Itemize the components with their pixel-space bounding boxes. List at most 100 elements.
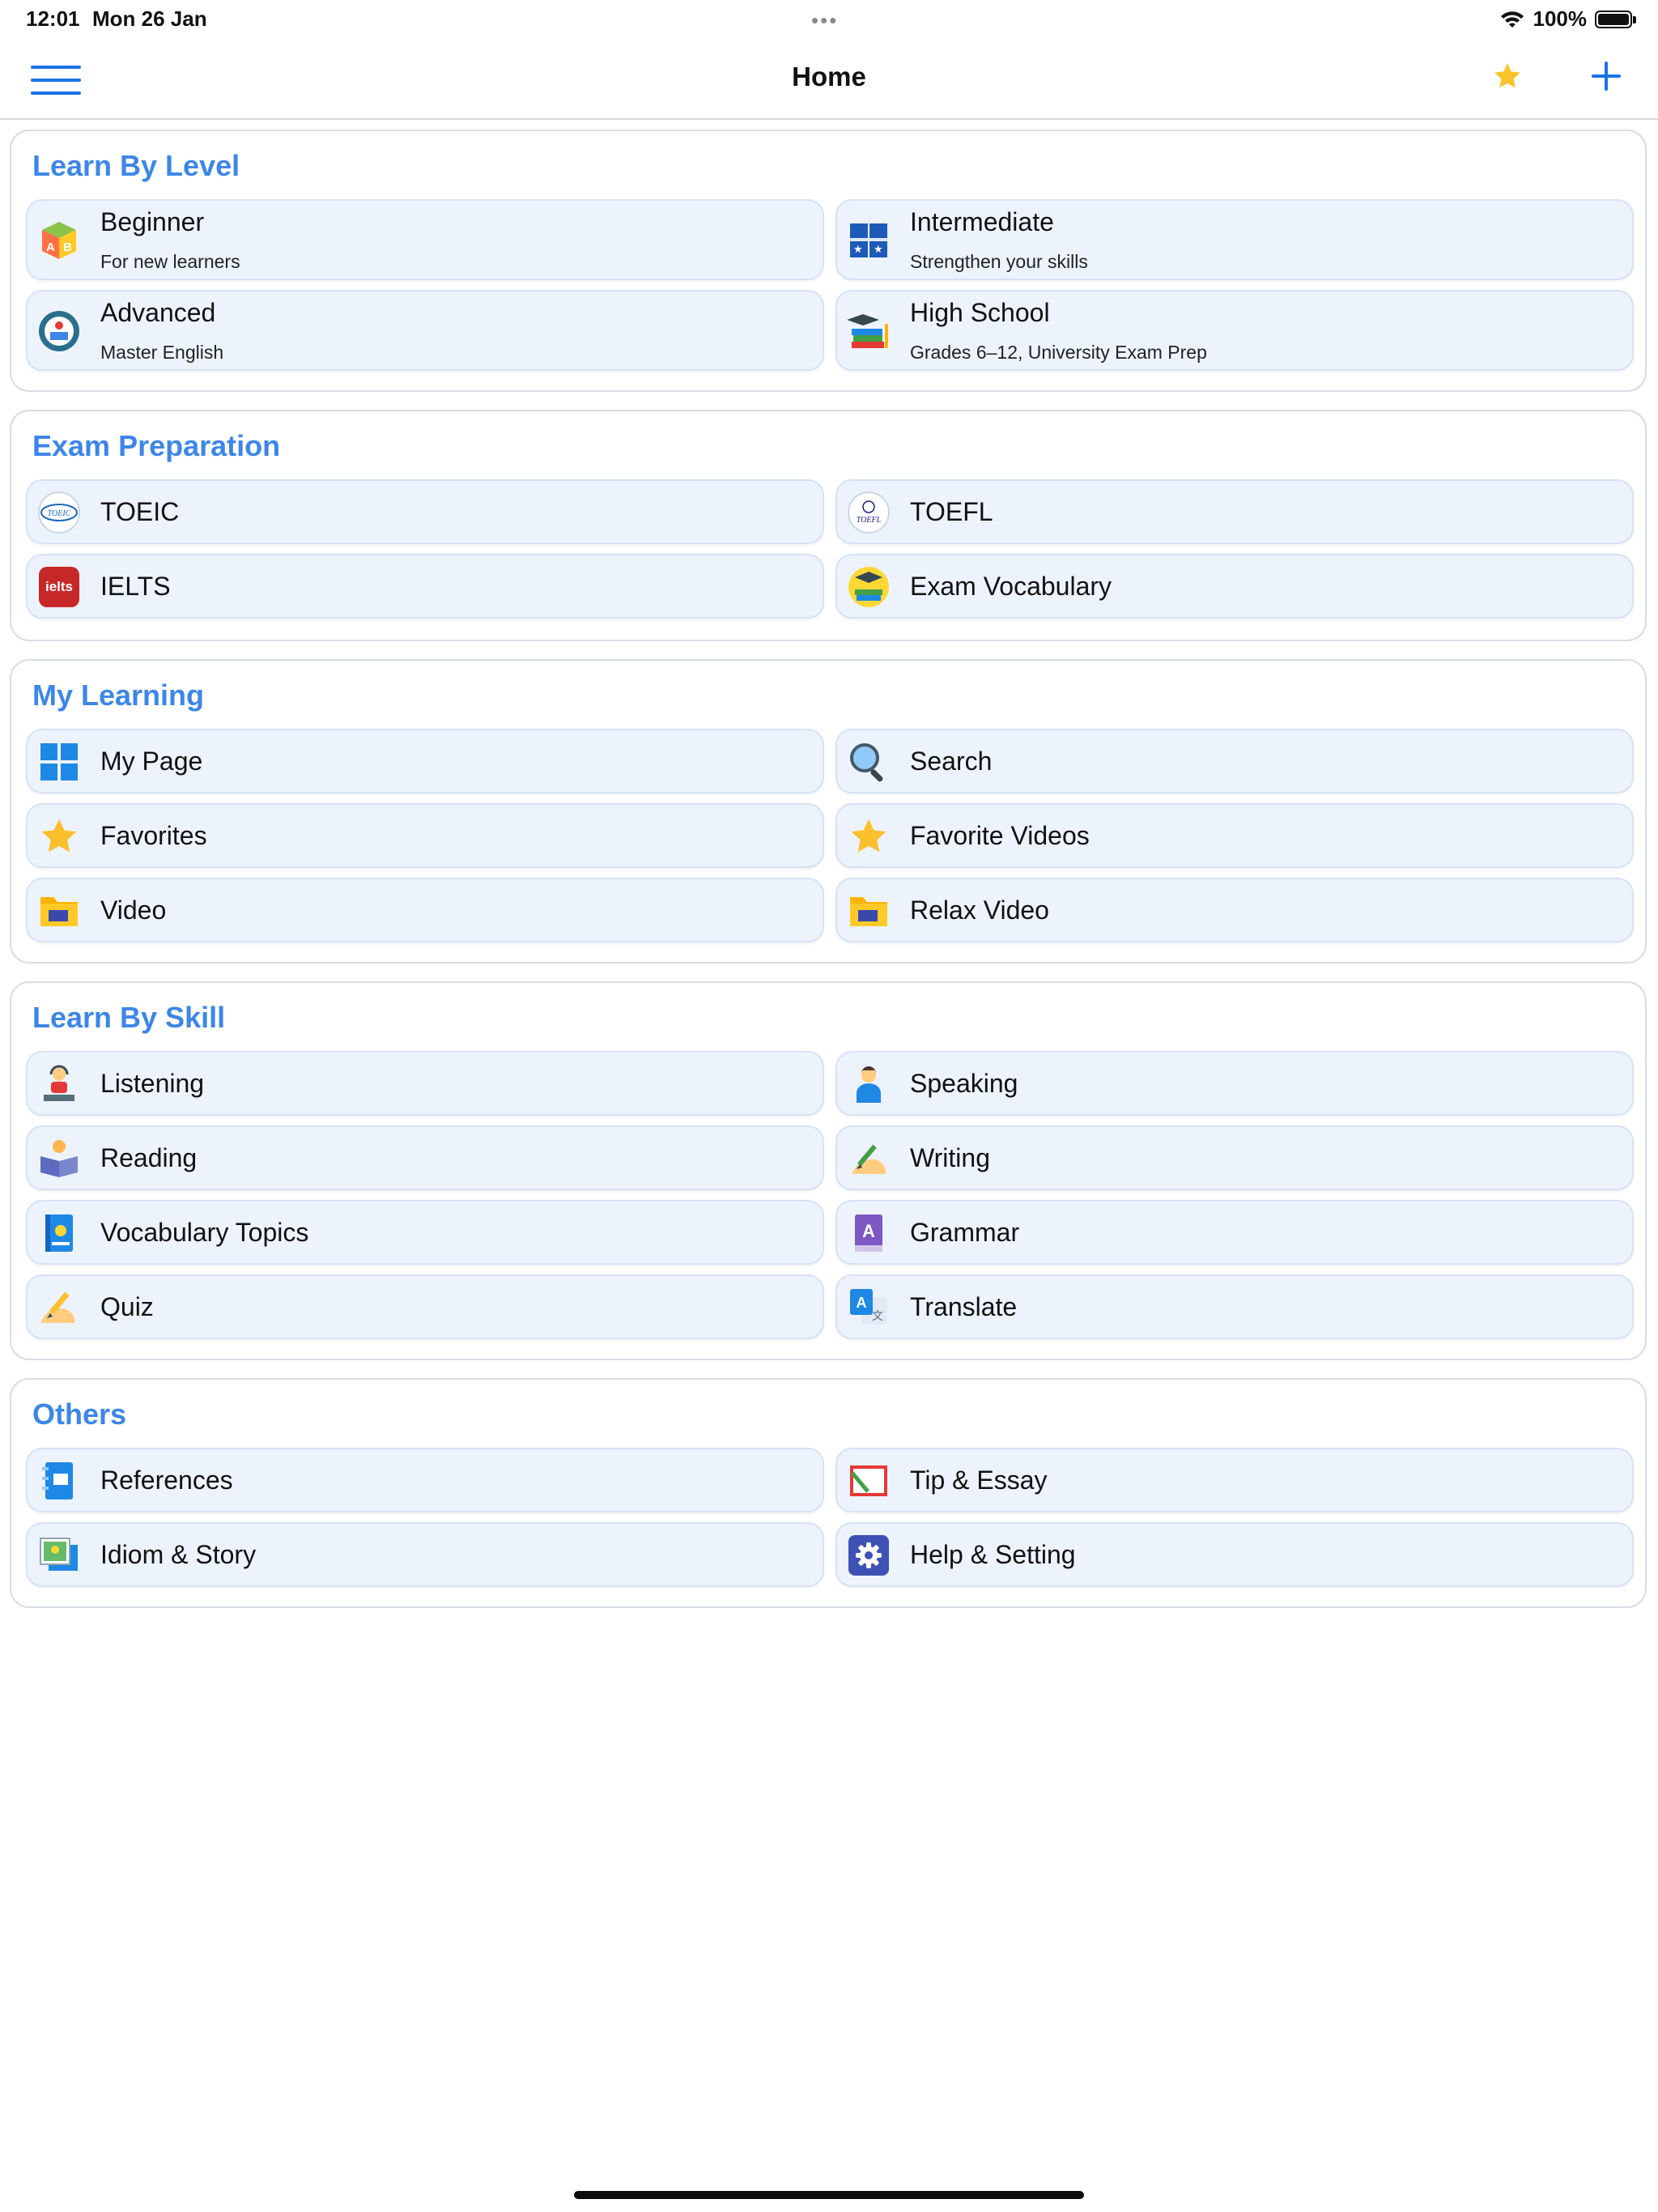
tile-title: Speaking: [910, 1069, 1018, 1098]
my-page-button[interactable]: My Page: [26, 729, 824, 793]
tile-title: Quiz: [100, 1292, 154, 1321]
svg-text:B: B: [63, 240, 72, 254]
level-advanced-button[interactable]: Advanced Master English: [26, 290, 824, 371]
home-indicator[interactable]: [574, 2191, 1084, 2199]
tile-title: Beginner: [100, 207, 205, 236]
skill-listening-button[interactable]: Listening: [26, 1051, 824, 1116]
tile-subtitle: Grades 6–12, University Exam Prep: [910, 342, 1207, 363]
tile-title: Favorite Videos: [910, 821, 1090, 850]
favorite-videos-button[interactable]: Favorite Videos: [835, 803, 1634, 868]
tile-title: Translate: [910, 1292, 1018, 1321]
tile-title: Advanced: [100, 298, 216, 327]
battery-icon: [1595, 10, 1636, 28]
abc-blocks-icon: A B: [42, 222, 76, 259]
exam-toefl-button[interactable]: TOEFL TOEFL: [835, 479, 1634, 544]
tile-title: Vocabulary Topics: [100, 1218, 309, 1247]
skill-grammar-button[interactable]: A Grammar: [835, 1200, 1634, 1265]
toefl-logo-icon: TOEFL: [848, 491, 890, 534]
section-title: My Learning: [32, 678, 205, 712]
level-intermediate-button[interactable]: ★ ★ Intermediate Strengthen your skills: [835, 199, 1634, 280]
idiom-story-button[interactable]: Idiom & Story: [26, 1522, 824, 1587]
tile-title: Intermediate: [910, 207, 1054, 236]
level-beginner-button[interactable]: A B Beginner For new learners: [26, 199, 824, 280]
svg-text:TOEFL: TOEFL: [857, 516, 882, 525]
skill-speaking-button[interactable]: Speaking: [835, 1051, 1634, 1116]
level-high-school-button[interactable]: High School Grades 6–12, University Exam…: [835, 290, 1634, 371]
tile-subtitle: Master English: [100, 342, 224, 363]
ielts-logo-icon: ielts: [39, 567, 79, 607]
multitasking-dots[interactable]: •••: [811, 8, 838, 33]
exam-toeic-button[interactable]: TOEIC TOEIC: [26, 479, 824, 544]
idiom-pictures-icon: [40, 1538, 78, 1571]
exam-ielts-button[interactable]: ielts IELTS: [26, 554, 824, 619]
tile-title: IELTS: [100, 572, 171, 601]
star-icon: [41, 819, 77, 853]
tile-title: Tip & Essay: [910, 1465, 1048, 1495]
grid-tiles-icon: [40, 743, 78, 781]
wifi-icon: [1500, 11, 1524, 28]
video-button[interactable]: Video: [26, 878, 824, 942]
svg-text:TOEIC: TOEIC: [48, 509, 71, 518]
battery-percent: 100%: [1533, 6, 1588, 31]
section-exam-preparation: Exam Preparation TOEIC TOEIC TOEFL TOEFL…: [10, 410, 1647, 641]
translate-icon: A 文: [850, 1289, 887, 1325]
video-folder-icon: [40, 897, 78, 926]
settings-gear-icon: [848, 1535, 889, 1576]
tile-title: Help & Setting: [910, 1540, 1076, 1569]
svg-text:A: A: [46, 240, 55, 254]
section-my-learning: My Learning My Page Search Favorites Fav…: [10, 659, 1647, 963]
navigation-bar: Home: [0, 39, 1658, 120]
section-learn-by-skill: Learn By Skill Listening Speaking Readin…: [10, 981, 1647, 1360]
tile-title: Exam Vocabulary: [910, 572, 1112, 601]
help-setting-button[interactable]: Help & Setting: [835, 1522, 1634, 1587]
tile-subtitle: Strengthen your skills: [910, 251, 1088, 272]
graduation-books-icon: [847, 314, 888, 348]
page-title: Home: [792, 62, 866, 91]
skill-writing-button[interactable]: Writing: [835, 1125, 1634, 1190]
skill-vocabulary-topics-button[interactable]: Vocabulary Topics: [26, 1200, 824, 1265]
tile-title: High School: [910, 298, 1050, 327]
status-indicators: 100%: [1499, 6, 1636, 32]
headphones-person-icon: [44, 1065, 74, 1101]
globe-badge-icon: [39, 311, 79, 351]
tile-title: Relax Video: [910, 895, 1049, 925]
skill-quiz-button[interactable]: Quiz: [26, 1274, 824, 1339]
references-button[interactable]: References: [26, 1448, 824, 1512]
star-icon[interactable]: [1491, 60, 1524, 92]
tile-title: Search: [910, 747, 993, 776]
relax-video-button[interactable]: Relax Video: [835, 878, 1634, 942]
writing-hand-icon: [852, 1144, 886, 1174]
status-bar: 12:01 Mon 26 Jan ••• 100%: [0, 0, 1658, 39]
essay-notebook-icon: [850, 1465, 887, 1496]
vocabulary-book-icon: [45, 1214, 73, 1252]
skill-translate-button[interactable]: A 文 Translate: [835, 1274, 1634, 1339]
status-time: 12:01: [26, 6, 80, 31]
search-button[interactable]: Search: [835, 729, 1634, 793]
references-notebook-icon: [42, 1462, 73, 1499]
svg-text:A: A: [857, 1295, 867, 1311]
tile-title: References: [100, 1465, 233, 1495]
video-folder-icon: [850, 897, 887, 926]
svg-text:A: A: [862, 1221, 875, 1241]
tile-title: TOEFL: [910, 497, 993, 526]
tile-title: Grammar: [910, 1218, 1020, 1247]
tile-title: Reading: [100, 1143, 198, 1172]
section-learn-by-level: Learn By Level A B Beginner For new lear…: [10, 130, 1647, 392]
tile-title: My Page: [100, 747, 203, 776]
tile-title: Video: [100, 895, 167, 925]
favorites-button[interactable]: Favorites: [26, 803, 824, 868]
skill-reading-button[interactable]: Reading: [26, 1125, 824, 1190]
tip-essay-button[interactable]: Tip & Essay: [835, 1448, 1634, 1512]
speaking-person-icon: [857, 1066, 881, 1103]
tile-title: Idiom & Story: [100, 1540, 257, 1569]
svg-text:★: ★: [874, 243, 883, 255]
tile-title: TOEIC: [100, 497, 180, 526]
svg-text:ielts: ielts: [45, 579, 73, 594]
plus-icon[interactable]: [1588, 58, 1624, 94]
exam-vocabulary-icon: [848, 567, 889, 607]
reading-person-icon: [40, 1140, 78, 1177]
tile-title: Listening: [100, 1069, 205, 1098]
exam-vocabulary-button[interactable]: Exam Vocabulary: [835, 554, 1634, 619]
svg-text:★: ★: [853, 243, 863, 255]
star-icon: [851, 819, 886, 853]
